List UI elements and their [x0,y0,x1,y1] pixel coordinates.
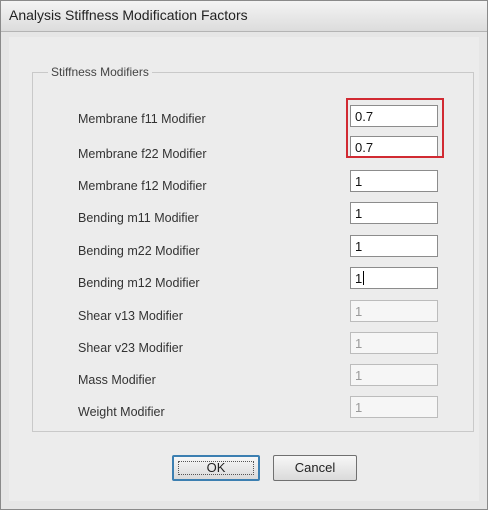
weight-modifier-label: Weight Modifier [78,405,165,419]
shear-v13-label: Shear v13 Modifier [78,309,183,323]
membrane-f11-label: Membrane f11 Modifier [78,112,206,126]
highlight-annotation-box [346,98,444,158]
bending-m12-input[interactable]: 1 [350,267,438,289]
shear-v13-input[interactable]: 1 [350,300,438,322]
bending-m22-input[interactable]: 1 [350,235,438,257]
weight-modifier-input[interactable]: 1 [350,396,438,418]
bending-m12-value: 1 [355,271,363,286]
cancel-button[interactable]: Cancel [273,455,357,481]
membrane-f12-input[interactable]: 1 [350,170,438,192]
cancel-button-label: Cancel [294,460,336,475]
shear-v23-label: Shear v23 Modifier [78,341,183,355]
mass-modifier-label: Mass Modifier [78,373,156,387]
membrane-f22-label: Membrane f22 Modifier [78,147,207,161]
group-legend: Stiffness Modifiers [48,65,152,79]
ok-button[interactable]: OK [172,455,260,481]
mass-modifier-input[interactable]: 1 [350,364,438,386]
bending-m11-label: Bending m11 Modifier [78,211,199,225]
bending-m11-input[interactable]: 1 [350,202,438,224]
dialog-title: Analysis Stiffness Modification Factors [9,7,248,23]
bending-m22-label: Bending m22 Modifier [78,244,200,258]
membrane-f12-label: Membrane f12 Modifier [78,179,207,193]
title-bar[interactable]: Analysis Stiffness Modification Factors [1,1,487,32]
shear-v23-input[interactable]: 1 [350,332,438,354]
bending-m12-label: Bending m12 Modifier [78,276,200,290]
focus-rectangle [178,461,254,475]
text-cursor [363,271,365,285]
